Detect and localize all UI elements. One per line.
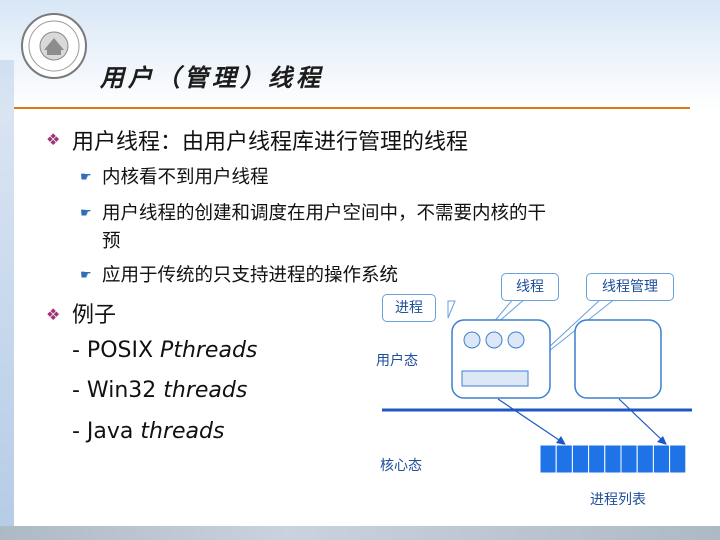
process-table-cell — [669, 444, 687, 474]
process-table-cell — [588, 444, 606, 474]
arrowhead — [556, 436, 566, 445]
process-box-2 — [574, 319, 662, 399]
thread-callout: 线程 — [501, 273, 559, 301]
process-callout: 进程 — [382, 294, 436, 322]
process-table-cell — [604, 444, 622, 474]
bottom-decoration-bar — [0, 526, 720, 540]
process-table-cell — [636, 444, 654, 474]
process-table-cell — [539, 444, 557, 474]
process-table-label: 进程列表 — [590, 492, 646, 508]
thread-circle — [507, 331, 525, 349]
process-table-cell — [555, 444, 573, 474]
process-table-cell — [571, 444, 590, 474]
thread-mgmt-callout: 线程管理 — [586, 273, 674, 301]
process-table-cell — [652, 444, 671, 474]
kernel-mode-label: 核心态 — [380, 458, 422, 474]
arrow-line — [497, 398, 563, 443]
thread-diagram — [382, 297, 692, 474]
user-mode-label: 用户态 — [376, 353, 418, 369]
process-callout-pointer — [447, 300, 456, 319]
process-table-cell — [620, 444, 638, 474]
arrow-line — [618, 398, 664, 442]
process-table — [539, 444, 687, 474]
thread-circle — [463, 331, 481, 349]
thread-circle — [485, 331, 503, 349]
slide: 用户（管理）线程 ❖ 用户线程：由用户线程库进行管理的线程 ☛ 内核看不到用户线… — [0, 0, 720, 540]
thread-library-box — [461, 370, 529, 387]
